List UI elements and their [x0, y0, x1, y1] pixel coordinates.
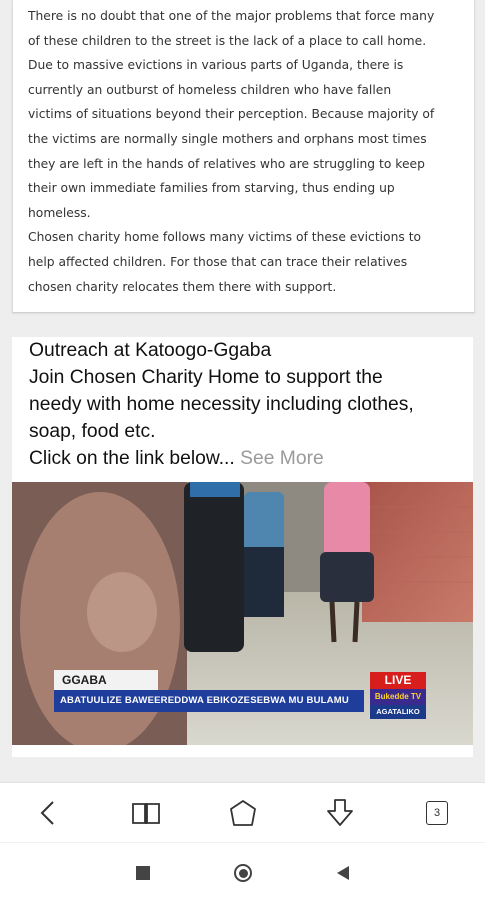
home-circle-icon: [234, 864, 252, 882]
home-icon: [230, 800, 256, 826]
recents-square-icon: [136, 866, 150, 880]
back-triangle-icon: [337, 866, 349, 880]
home-circle-inner: [238, 868, 248, 878]
live-badge: LIVE: [370, 672, 426, 689]
back-button[interactable]: [18, 783, 78, 843]
video-headline-ticker: ABATUULIZE BAWEEREDDWA EBIKOZESEBWA MU B…: [54, 690, 364, 712]
video-thumbnail[interactable]: GGABA ABATUULIZE BAWEEREDDWA EBIKOZESEBW…: [12, 482, 473, 745]
bookmarks-icon: [132, 803, 160, 824]
channel-subtitle: AGATALIKO: [370, 705, 426, 719]
system-back-button[interactable]: [321, 851, 365, 895]
home-button[interactable]: [213, 783, 273, 843]
tabs-button[interactable]: 3: [407, 783, 467, 843]
post-body: Outreach at Katoogo-Ggaba Join Chosen Ch…: [29, 340, 414, 469]
video-location-tag: GGABA: [54, 670, 158, 690]
article-text: There is no doubt that one of the major …: [28, 9, 435, 294]
tabs-icon: 3: [426, 801, 448, 825]
post-text: Outreach at Katoogo-Ggaba Join Chosen Ch…: [29, 337, 469, 472]
recents-button[interactable]: [121, 851, 165, 895]
channel-logo: Bukedde TV: [370, 689, 426, 705]
download-button[interactable]: [310, 783, 370, 843]
download-icon: [327, 799, 353, 826]
article-card: There is no doubt that one of the major …: [12, 0, 475, 313]
tab-count: 3: [433, 807, 441, 819]
post-card: Outreach at Katoogo-Ggaba Join Chosen Ch…: [12, 337, 473, 757]
system-navigation-bar: [0, 842, 485, 901]
back-icon: [40, 801, 54, 825]
browser-toolbar: 3: [0, 782, 485, 843]
bookmarks-button[interactable]: [116, 783, 176, 843]
system-home-button[interactable]: [221, 851, 265, 895]
see-more-link[interactable]: See More: [240, 448, 324, 469]
